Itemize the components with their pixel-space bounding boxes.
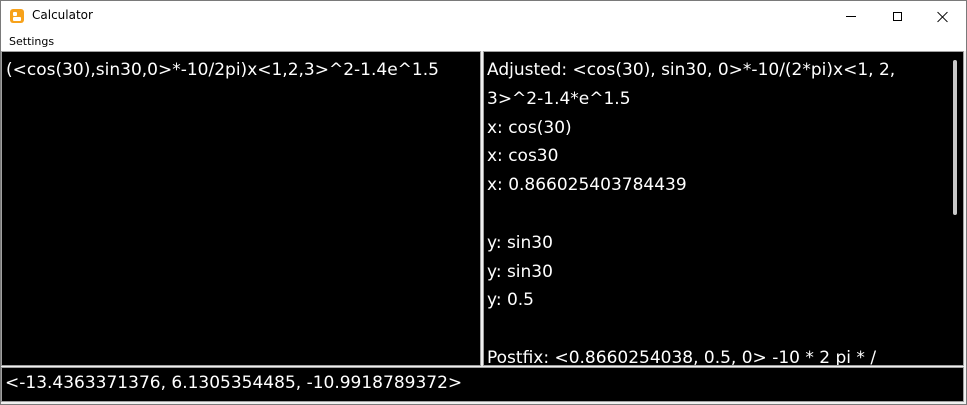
output-line: y: 0.5: [487, 290, 534, 311]
expression-text: (<cos(30),sin30,0>*-10/2pi)x<1,2,3>^2-1.…: [6, 60, 439, 80]
minimize-button[interactable]: [828, 1, 874, 32]
output-line: y: sin30: [487, 261, 553, 282]
title-bar[interactable]: Calculator: [1, 1, 966, 32]
maximize-button[interactable]: [874, 1, 920, 32]
result-display: <-13.4363371376, 6.1305354485, -10.99187…: [1, 367, 964, 402]
output-line: x: 0.866025403784439: [487, 175, 687, 196]
output-line: y: sin30: [487, 232, 553, 253]
close-button[interactable]: [920, 1, 966, 32]
output-line: x: cos30: [487, 146, 559, 167]
output-line: Adjusted: <cos(30), sin30, 0>*-10/(2*pi)…: [487, 60, 896, 109]
output-line: x: cos(30): [487, 117, 572, 138]
output-line: Postfix: <0.8660254038, 0.5, 0> -10 * 2 …: [487, 347, 877, 366]
maximize-icon: [892, 12, 902, 21]
evaluation-output[interactable]: Adjusted: <cos(30), sin30, 0>*-10/(2*pi)…: [483, 51, 964, 366]
scrollbar-thumb[interactable]: [953, 60, 957, 215]
result-value: <-13.4363371376, 6.1305354485, -10.99187…: [5, 373, 463, 393]
expression-input[interactable]: (<cos(30),sin30,0>*-10/2pi)x<1,2,3>^2-1.…: [1, 51, 481, 366]
menu-settings[interactable]: Settings: [9, 35, 54, 48]
window-title: Calculator: [32, 8, 93, 22]
calculator-icon: [10, 9, 24, 23]
output-scrollbar[interactable]: [947, 52, 963, 365]
close-icon: [937, 11, 949, 23]
menu-bar: Settings: [1, 32, 966, 51]
minimize-icon: [846, 16, 856, 17]
